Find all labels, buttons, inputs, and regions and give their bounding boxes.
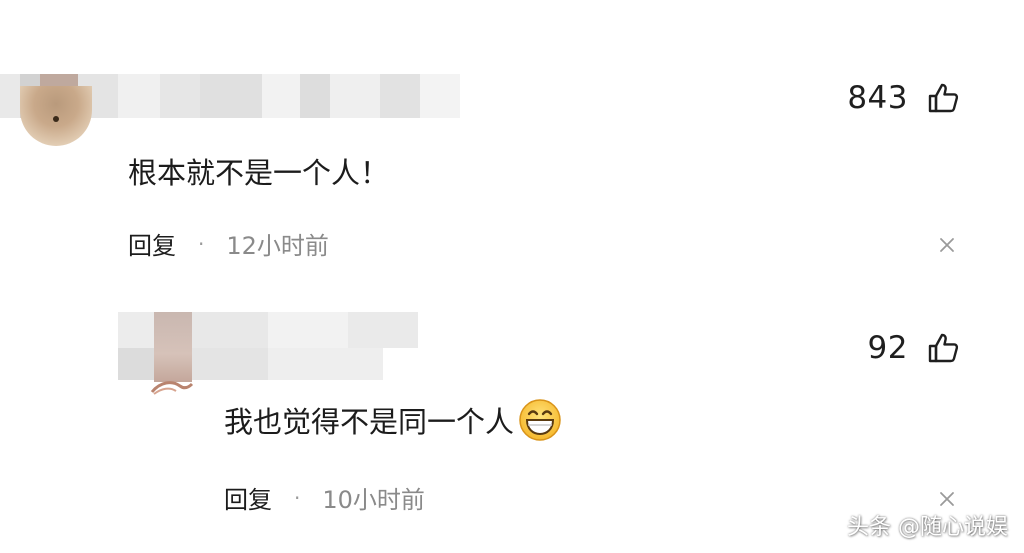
timestamp: 10小时前 — [322, 486, 425, 514]
timestamp: 12小时前 — [226, 232, 329, 260]
avatar-detail — [53, 116, 59, 122]
watermark: 头条 @随心说娱 — [847, 515, 1008, 540]
like-count: 843 — [847, 80, 908, 116]
separator-dot: · — [294, 485, 301, 510]
avatar-detail — [150, 381, 194, 395]
thumbs-up-icon — [928, 333, 959, 363]
close-icon[interactable] — [938, 490, 956, 508]
comment-text: 我也觉得不是同一个人 — [224, 398, 562, 442]
like-button[interactable]: 843 — [847, 80, 960, 116]
grinning-face-emoji — [519, 399, 561, 441]
like-button[interactable]: 92 — [868, 330, 960, 366]
avatar[interactable] — [154, 312, 192, 382]
reply-button[interactable]: 回复 — [224, 480, 272, 515]
like-count: 92 — [867, 330, 908, 366]
comment-meta: 回复 · 10小时前 — [224, 480, 425, 515]
comment-text: 根本就不是一个人！ — [128, 156, 390, 190]
reply-button[interactable]: 回复 — [128, 226, 176, 261]
comment-meta: 回复 · 12小时前 — [128, 226, 329, 261]
close-icon[interactable] — [938, 236, 956, 254]
comment-text-body: 我也觉得不是同一个人 — [224, 405, 515, 439]
avatar[interactable] — [20, 86, 92, 146]
comment-thread: 843 根本就不是一个人！ 回复 · 12小时前 92 我也觉得不是同一个人 回… — [0, 0, 1024, 553]
separator-dot: · — [198, 231, 205, 256]
thumbs-up-icon — [928, 83, 959, 113]
